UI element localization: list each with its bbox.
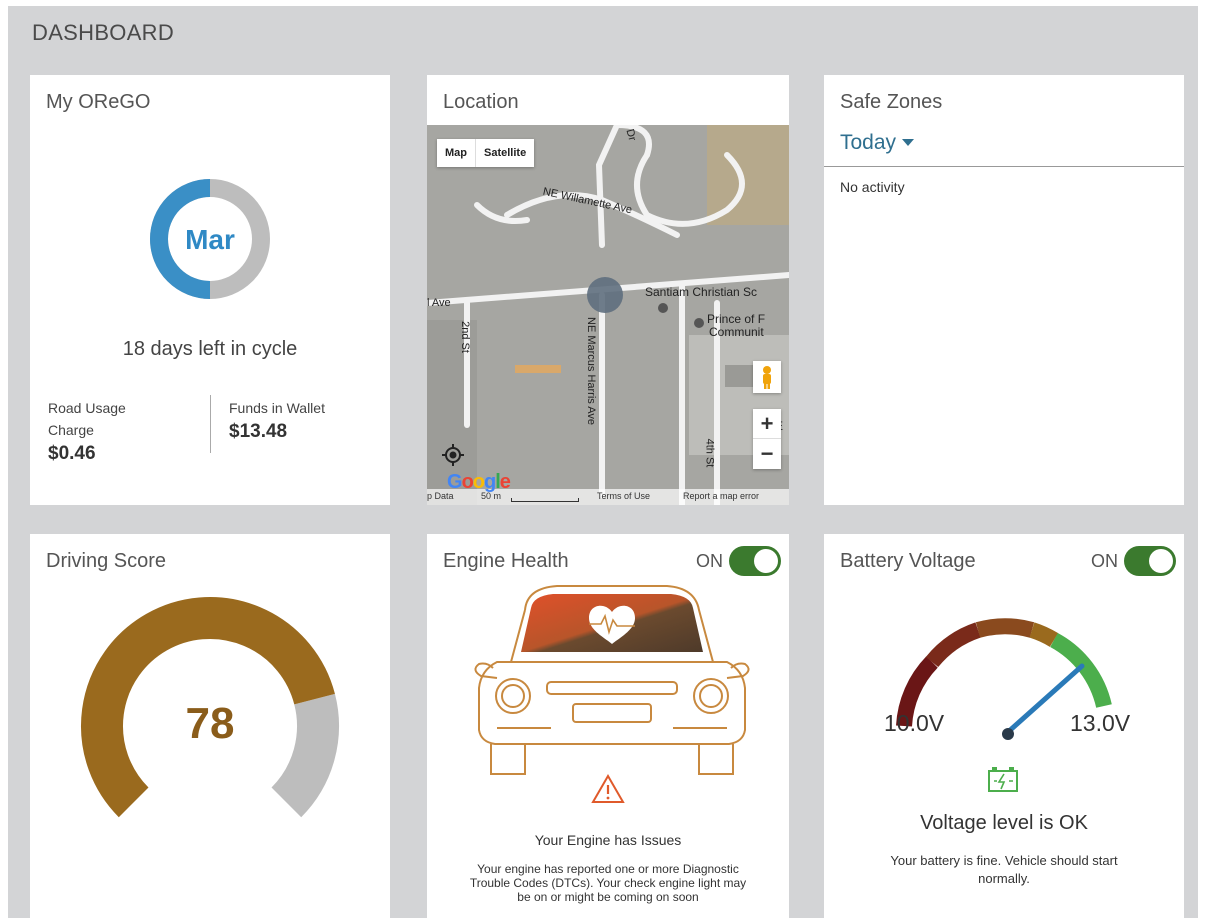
road-usage-block: Road Usage Charge $0.46 — [48, 397, 126, 465]
battery-toggle-group: ON — [1091, 546, 1176, 576]
map-type-control: Map Satellite — [437, 139, 535, 167]
voltage-description: Your battery is fine. Vehicle should sta… — [824, 852, 1184, 888]
location-title: Location — [443, 91, 519, 113]
engine-toggle-label: ON — [696, 550, 723, 571]
map-terms-link[interactable]: Terms of Use — [597, 491, 650, 501]
location-map[interactable]: Map Satellite Dr NE Willamette Ave l Ave… — [427, 125, 789, 505]
engine-toggle-group: ON — [696, 546, 781, 576]
engine-health-title: Engine Health — [443, 550, 569, 572]
battery-icon — [988, 767, 1018, 792]
battery-voltage-card: Battery Voltage ON 10.0V 13.0V Voltage l… — [824, 534, 1184, 918]
driving-score-title: Driving Score — [46, 550, 167, 572]
cycle-days-left: 18 days left in cycle — [122, 338, 298, 360]
car-icon — [474, 585, 750, 775]
street-label-ave: l Ave — [427, 297, 451, 309]
map-report-link[interactable]: Report a map error — [683, 491, 759, 501]
warning-icon — [591, 774, 625, 803]
driving-score-track — [271, 693, 339, 818]
road-usage-label: Road Usage — [48, 400, 126, 416]
engine-issue-line-2: Trouble Codes (DTCs). Your check engine … — [469, 876, 747, 890]
cycle-month: Mar — [185, 224, 235, 255]
zoom-out-button[interactable]: − — [753, 439, 781, 469]
engine-issue-line-1: Your engine has reported one or more Dia… — [477, 862, 739, 876]
driving-score-gauge: 78 — [81, 597, 339, 818]
dashboard-background: DASHBOARD My OReGO Mar 18 days left in c… — [8, 6, 1198, 918]
battery-voltage-toggle[interactable] — [1124, 546, 1176, 576]
battery-toggle-label: ON — [1091, 550, 1118, 571]
funds-label: Funds in Wallet — [229, 400, 325, 416]
road-usage-value: $0.46 — [48, 443, 96, 464]
engine-health-toggle[interactable] — [729, 546, 781, 576]
safe-zones-title: Safe Zones — [840, 91, 943, 113]
poi-prince: Prince of F — [707, 312, 766, 326]
chevron-down-icon — [902, 139, 915, 146]
poi-community: Communit — [709, 325, 764, 339]
poi-santiam: Santiam Christian Sc — [645, 285, 758, 299]
page-title: DASHBOARD — [32, 20, 175, 45]
my-orego-title: My OReGO — [46, 91, 151, 113]
street-label-marcus: NE Marcus Harris Ave — [585, 317, 597, 425]
map-scale-bar — [511, 498, 579, 502]
needle-pivot — [1002, 728, 1014, 740]
zoom-in-button[interactable]: + — [753, 409, 781, 439]
road-usage-label-2: Charge — [48, 422, 94, 438]
voltage-min-label: 10.0V — [884, 710, 945, 736]
safe-zones-filter-label: Today — [840, 131, 897, 154]
voltage-status: Voltage level is OK — [920, 812, 1088, 834]
cycle-donut: Mar — [150, 179, 270, 299]
pegman-icon — [763, 366, 771, 389]
safe-zones-empty: No activity — [840, 179, 905, 195]
satellite-button[interactable]: Satellite — [476, 139, 534, 167]
street-label-2nd: 2nd St — [458, 321, 471, 353]
funds-value: $13.48 — [229, 421, 288, 442]
engine-issue-text: Your engine has reported one or more Dia… — [427, 862, 789, 904]
location-card: Location Map Satellite Dr NE Willamette … — [427, 75, 789, 505]
voltage-desc-line-1: Your battery is fine. Vehicle should sta… — [890, 853, 1118, 868]
safe-zones-divider — [824, 166, 1184, 167]
engine-issue-title: Your Engine has Issues — [534, 832, 682, 848]
voltage-max-label: 13.0V — [1070, 710, 1131, 736]
driving-score-value: 78 — [186, 699, 235, 748]
my-orego-card: My OReGO Mar 18 days left in cycle Road … — [30, 75, 390, 505]
safe-zones-filter-dropdown[interactable]: Today — [840, 131, 915, 155]
my-location-icon[interactable] — [441, 443, 465, 467]
engine-issue-line-3: be on or might be coming on soon — [517, 890, 699, 904]
street-label-dr: Dr — [623, 127, 639, 143]
funds-block: Funds in Wallet $13.48 — [229, 397, 325, 443]
safe-zones-card: Safe Zones Today No activity — [824, 75, 1184, 505]
map-zoom-control: + − — [753, 409, 781, 469]
street-view-pegman[interactable] — [753, 361, 781, 393]
driving-score-card: Driving Score 78 — [30, 534, 390, 918]
street-label-4th: 4th St — [703, 438, 716, 468]
stat-divider — [210, 395, 211, 453]
battery-voltage-title: Battery Voltage — [840, 550, 976, 572]
google-logo: Google — [447, 471, 511, 493]
map-button[interactable]: Map — [437, 139, 476, 167]
voltage-desc-line-2: normally. — [978, 871, 1030, 886]
engine-health-card: Engine Health ON Your Engine has Issues … — [427, 534, 789, 918]
